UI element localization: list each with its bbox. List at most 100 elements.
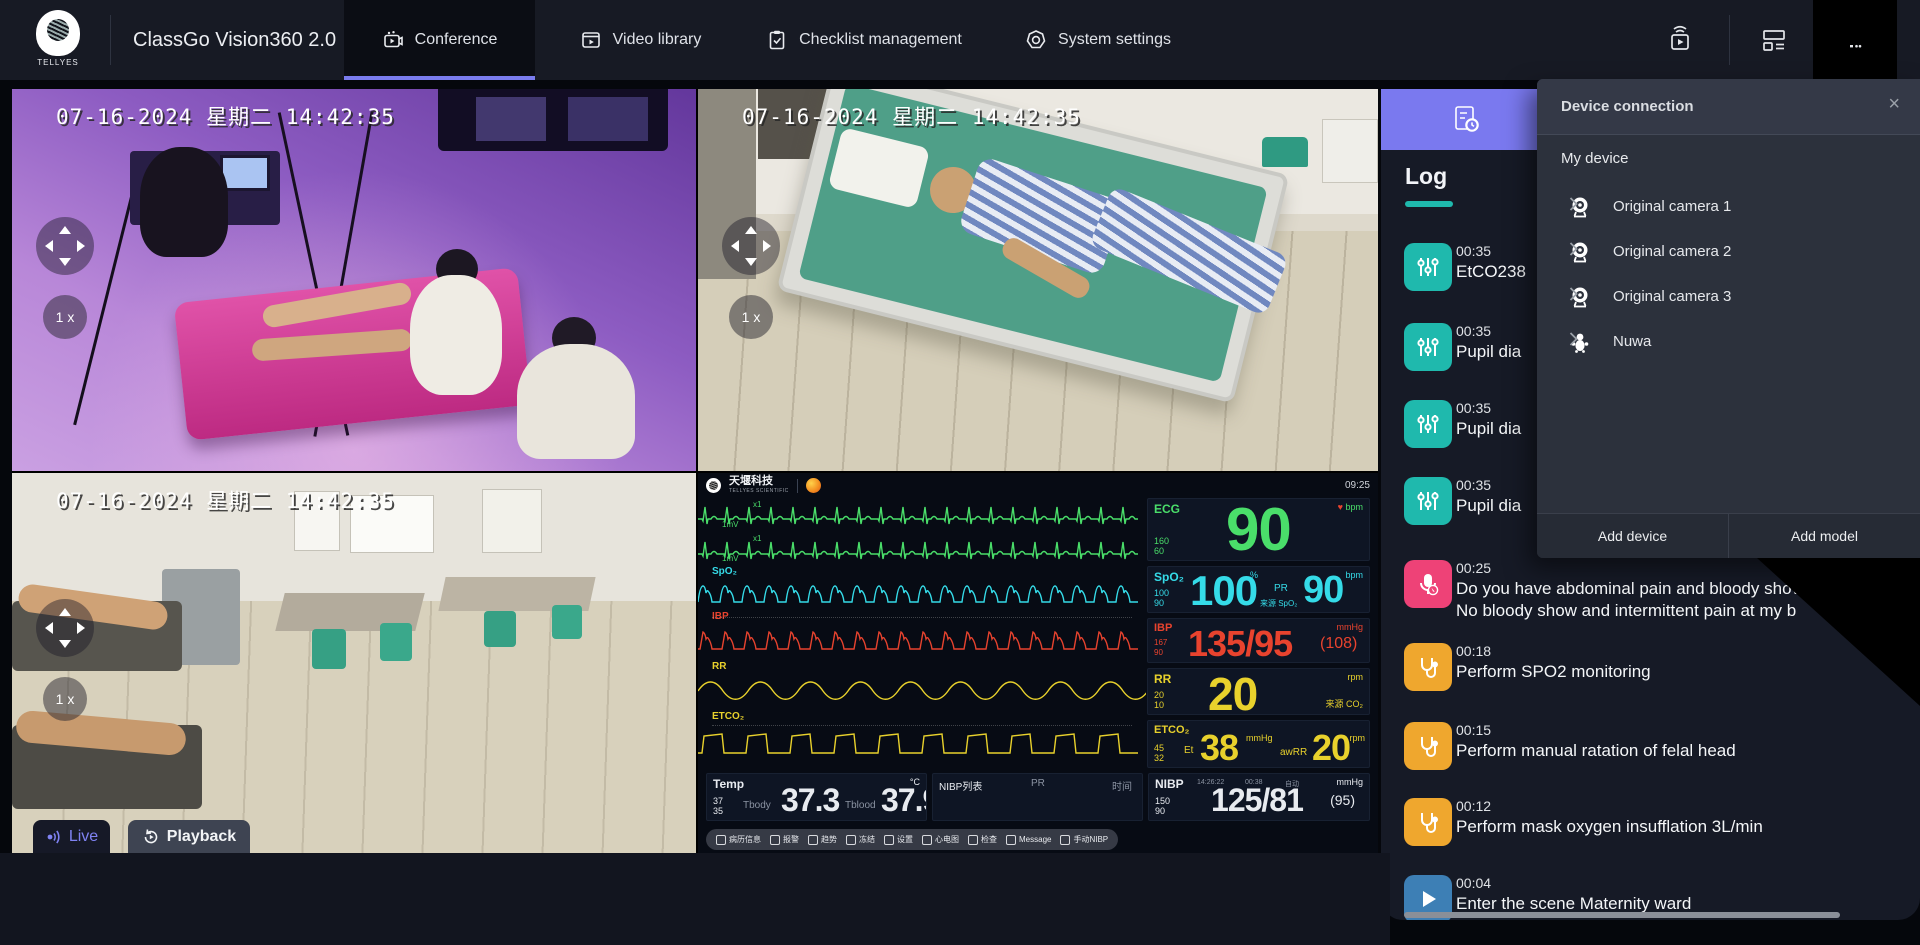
camera-feed-1[interactable]: 07-16-2024 星期二 14:42:35 1 x (12, 89, 696, 471)
device-item-camera-3[interactable]: Original camera 3 (1537, 275, 1920, 320)
rr-panel: RR rpm 20 来源 CO₂ 2010 (1147, 668, 1370, 715)
nibp-mean: (95) (1330, 792, 1355, 808)
pan-right-arrow[interactable] (77, 240, 85, 252)
monitor-bottom-row: Temp °C 3735 Tbody 37.3 Tblood 37.9 NIBP… (706, 773, 1370, 821)
log-document-icon[interactable] (1453, 105, 1481, 135)
device-item-nuwa[interactable]: Nuwa (1537, 320, 1920, 365)
tab-label: Playback (167, 828, 236, 846)
player-control-bar: Live Playback 09:25 Smooth 720P Trend (0, 853, 1390, 945)
conference-camera-icon (382, 29, 404, 51)
camera-timestamp: 07-16-2024 星期二 14:42:35 (56, 101, 395, 131)
scene-screen (568, 97, 648, 141)
monitor-clock: 09:25 (1345, 480, 1370, 491)
tab-label: Live (69, 828, 98, 846)
pan-right-arrow[interactable] (77, 622, 85, 634)
app-title: ClassGo Vision360 2.0 (133, 0, 336, 80)
pr-value: 90 (1303, 569, 1343, 612)
spo2-source: 来源 SpO₂ (1260, 598, 1297, 609)
camera-feed-2[interactable]: 07-16-2024 星期二 14:42:35 1 x (698, 89, 1378, 471)
spo2-limits: 10090 (1154, 588, 1169, 608)
camera-timestamp: 07-16-2024 星期二 14:42:35 (742, 101, 1081, 131)
pan-down-arrow[interactable] (745, 258, 757, 266)
tab-system-settings[interactable]: System settings (982, 0, 1214, 80)
log-entry-text: Pupil dia (1456, 342, 1521, 362)
log-entry[interactable]: 00:12 Perform mask oxygen insufflation 3… (1381, 798, 1920, 868)
pan-down-arrow[interactable] (59, 640, 71, 648)
zoom-level-button[interactable]: 1 x (43, 677, 87, 721)
patient-monitor-feed[interactable]: 天堰科技TELLYES SCIENTIFIC 09:25 x1 1mV x1 1… (698, 473, 1378, 853)
pan-up-arrow[interactable] (59, 608, 71, 616)
tab-label: Video library (613, 31, 702, 49)
pan-control[interactable] (36, 217, 94, 275)
camera-feed-3[interactable]: 07-16-2024 星期二 14:42:35 1 x (12, 473, 696, 853)
screen-cast-button[interactable] (1665, 25, 1695, 55)
scene-chair (552, 605, 582, 639)
layout-switch-button[interactable] (1760, 26, 1788, 54)
cast-play-icon (1665, 25, 1695, 55)
playback-history-icon (142, 828, 160, 846)
pan-down-arrow[interactable] (59, 258, 71, 266)
pan-up-arrow[interactable] (59, 226, 71, 234)
tab-checklist-management[interactable]: Checklist management (746, 0, 982, 80)
log-entry[interactable]: 00:15 Perform manual ratation of felal h… (1381, 722, 1920, 792)
tab-label: Conference (415, 31, 498, 49)
stethoscope-icon (1404, 722, 1452, 770)
ecg-panel: ECG ♥ bpm 90 16060 (1147, 498, 1370, 561)
et-label: Et (1184, 745, 1193, 756)
chevron-right-icon (1569, 241, 1578, 257)
scene-screen (476, 97, 546, 141)
monitor-titlebar-divider (797, 479, 798, 493)
scene-chair (1262, 137, 1308, 167)
monitor-value-panels: ECG ♥ bpm 90 16060 SpO₂ bpm % 100 PR 90 … (1147, 498, 1370, 773)
taskbar-item: 设置 (884, 834, 913, 845)
video-grid: 07-16-2024 星期二 14:42:35 1 x 07-16-2024 星… (12, 89, 1378, 853)
ecg-wave-2: x1 1mV (698, 534, 1146, 562)
device-item-camera-1[interactable]: Original camera 1 (1537, 185, 1920, 230)
temp-limits: 3735 (713, 796, 723, 816)
pan-right-arrow[interactable] (763, 240, 771, 252)
log-entry-text: Enter the scene Maternity ward (1456, 894, 1691, 914)
close-icon[interactable]: × (1888, 93, 1900, 116)
nibp-list-col-pr: PR (1031, 778, 1045, 789)
device-connection-button[interactable] (1813, 0, 1897, 80)
video-library-icon (580, 29, 602, 51)
monitor-titlebar: 天堰科技TELLYES SCIENTIFIC 09:25 (698, 473, 1378, 498)
pan-control[interactable] (36, 599, 94, 657)
zoom-level-button[interactable]: 1 x (43, 295, 87, 339)
device-item-camera-2[interactable]: Original camera 2 (1537, 230, 1920, 275)
nav-tabs: Conference Video library Checklist manag… (344, 0, 1214, 80)
pan-up-arrow[interactable] (745, 226, 757, 234)
add-device-button[interactable]: Add device (1537, 514, 1729, 558)
taskbar-item: 报警 (770, 834, 799, 845)
pan-left-arrow[interactable] (45, 240, 53, 252)
etco2-wave: ETCO₂ (698, 711, 1146, 761)
ecg-wave-1: x1 1mV (698, 500, 1146, 528)
nibp-value: 125/81 (1211, 782, 1303, 819)
log-entry[interactable]: 00:18 Perform SPO2 monitoring (1381, 643, 1920, 713)
zoom-level-button[interactable]: 1 x (729, 295, 773, 339)
ibp-mean: (108) (1320, 635, 1357, 653)
log-entry-time: 00:35 (1456, 477, 1491, 493)
tab-video-library[interactable]: Video library (535, 0, 746, 80)
awrr-label: awRR (1280, 747, 1307, 758)
ibp-limits: 16790 (1154, 638, 1167, 658)
etco2-value: 38 (1200, 727, 1238, 768)
checklist-icon (766, 29, 788, 51)
spo2-wave: SpO₂ (698, 566, 1146, 608)
pan-control[interactable] (722, 217, 780, 275)
tab-conference[interactable]: Conference (344, 0, 535, 80)
log-entry-time: 00:35 (1456, 400, 1491, 416)
nibp-list-title: NIBP列表 (939, 778, 982, 793)
tab-live[interactable]: Live (33, 820, 110, 853)
monitor-brand: 天堰科技TELLYES SCIENTIFIC (729, 476, 789, 496)
awrr-value: 20 (1312, 727, 1350, 768)
pan-left-arrow[interactable] (731, 240, 739, 252)
device-connection-panel: Device connection × My device Original c… (1537, 79, 1920, 558)
scene-laptop (220, 155, 270, 191)
add-model-button[interactable]: Add model (1729, 514, 1920, 558)
tab-playback[interactable]: Playback (128, 820, 250, 853)
log-horizontal-scrollbar[interactable] (1404, 912, 1840, 918)
tab-label: Checklist management (799, 31, 962, 49)
scene-chair (380, 623, 412, 661)
pan-left-arrow[interactable] (45, 622, 53, 634)
